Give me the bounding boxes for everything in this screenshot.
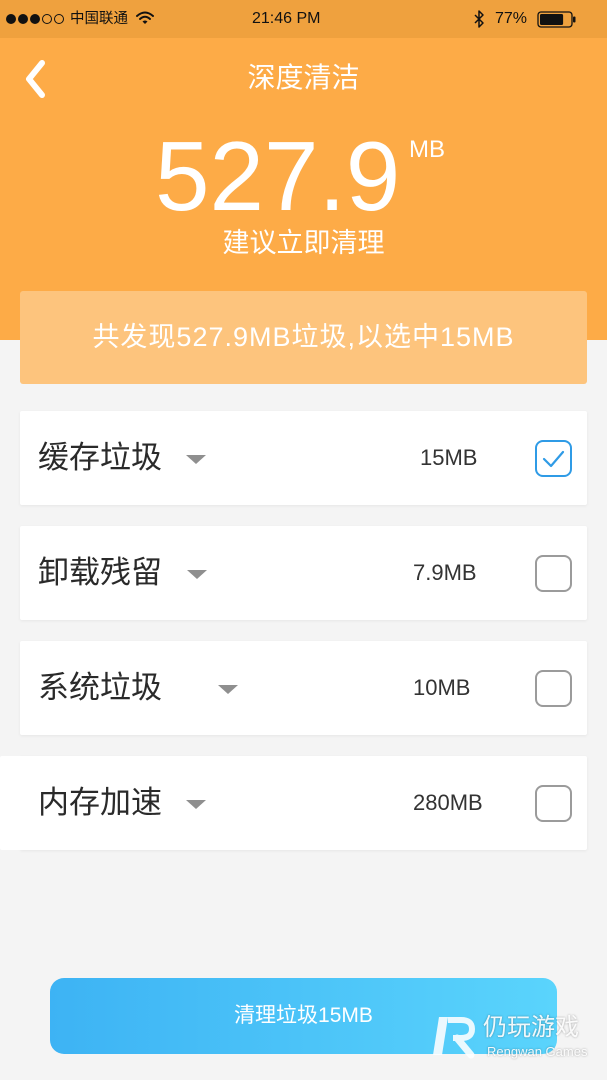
total-junk-size: 527.9 [155,121,401,231]
bluetooth-icon [474,10,484,28]
item-checkbox[interactable] [535,670,572,707]
watermark-subtitle: Rengwan Games [487,1044,588,1059]
clean-suggestion: 建议立即清理 [222,228,385,258]
item-size: 280MB [413,790,483,815]
signal-dot [54,14,64,24]
junk-item-system[interactable]: 系统垃圾 10MB [20,641,587,735]
caret-down-icon[interactable] [186,455,206,464]
total-junk-unit: MB [409,136,445,163]
item-label: 卸载残留 [38,555,162,590]
junk-item-uninstall-residue[interactable]: 卸载残留 7.9MB [20,526,587,620]
clock: 21:46 PM [252,10,321,27]
item-checkbox[interactable] [535,440,572,477]
item-label: 系统垃圾 [38,670,162,705]
item-label: 内存加速 [38,785,162,820]
caret-down-icon[interactable] [218,685,238,694]
carrier-name: 中国联通 [70,11,128,27]
wifi-icon [136,11,154,24]
item-label: 缓存垃圾 [38,440,162,475]
summary-banner: 共发现527.9MB垃圾,以选中15MB [20,291,587,384]
junk-item-memory-boost[interactable]: 内存加速 280MB [20,756,587,850]
signal-dot [6,14,16,24]
signal-dot [42,14,52,24]
signal-strength-icon [6,14,66,24]
page-title: 深度清洁 [247,62,360,93]
watermark-name: 仍玩游戏 [483,1014,579,1041]
item-size: 15MB [420,445,478,470]
item-size: 7.9MB [413,560,477,585]
status-bar: 中国联通 21:46 PM 77% [0,0,607,38]
rengwan-logo-icon [433,1017,475,1059]
item-checkbox[interactable] [535,785,572,822]
battery-percentage: 77% [495,10,528,27]
clean-junk-button[interactable]: 清理垃圾15MB [50,978,557,1054]
battery-icon [537,11,576,28]
checkmark-icon [542,450,565,468]
signal-dot [18,14,28,24]
item-size: 10MB [413,675,471,700]
caret-down-icon[interactable] [187,570,207,579]
signal-dot [30,14,40,24]
junk-item-cache[interactable]: 缓存垃圾 15MB [20,411,587,505]
item-checkbox[interactable] [535,555,572,592]
caret-down-icon[interactable] [186,800,206,809]
